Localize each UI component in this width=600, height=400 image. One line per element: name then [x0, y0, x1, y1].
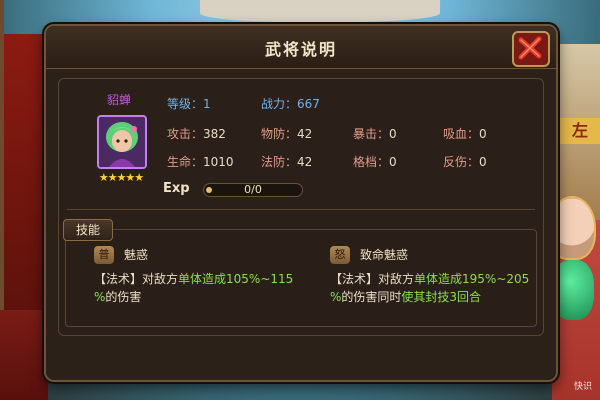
stat-label: 攻击：	[167, 127, 204, 141]
exp-label: Exp	[163, 181, 190, 196]
stat-label: 格档：	[353, 155, 390, 169]
background-roof	[200, 0, 440, 22]
stat-value: 1010	[203, 155, 234, 169]
hero-portrait-icon	[99, 117, 145, 167]
stat-value: 42	[297, 155, 313, 169]
exp-progress-bar: 0/0	[203, 183, 303, 197]
hero-info-dialog: 武将说明 貂蝉 ★★★★★ 等级：1 战力：667 攻击：382 物防：42 暴…	[44, 24, 558, 382]
stat-magic-defense: 法防：42	[261, 153, 312, 170]
skill-desc-prefix: 【法术】对敌方	[94, 272, 179, 286]
stat-hp: 生命：1010	[167, 153, 234, 170]
hero-portrait[interactable]	[97, 115, 147, 169]
stat-label: 物防：	[261, 127, 298, 141]
skills-panel: 普 魅惑 【法术】对敌方单体造成105%~115 %的伤害 怒 致命魅惑 【法术…	[65, 229, 537, 327]
stat-label: 法防：	[261, 155, 298, 169]
dialog-title: 武将说明	[264, 40, 337, 59]
background-green-pot	[552, 260, 594, 320]
stat-value: 0	[479, 127, 487, 141]
section-divider	[67, 209, 535, 210]
hero-name: 貂蝉	[106, 93, 131, 107]
background-sign: 左	[560, 118, 600, 144]
skill-desc-highlight: %	[94, 290, 106, 304]
skill-desc-highlight: 单体造成195%~205	[414, 272, 530, 286]
stat-physical-defense: 物防：42	[261, 125, 312, 142]
close-button[interactable]	[512, 31, 550, 67]
stat-value: 0	[479, 155, 487, 169]
stat-power-value: 667	[297, 97, 320, 111]
background-ground-left	[0, 310, 48, 400]
skill-desc-highlight: %	[330, 290, 342, 304]
skill-description: 【法术】对敌方单体造成195%~205 %的伤害同时使其封技3回合	[330, 270, 542, 306]
stat-power-label: 战力：	[261, 97, 298, 111]
stat-value: 382	[203, 127, 226, 141]
skill-name: 魅惑	[124, 248, 149, 262]
stat-level-label: 等级：	[167, 97, 204, 111]
stat-level-value: 1	[203, 97, 211, 111]
banner-pole	[0, 0, 4, 330]
stat-power: 战力：667	[261, 95, 320, 112]
dialog-titlebar: 武将说明	[46, 26, 556, 69]
stat-label: 反伤：	[443, 155, 480, 169]
hero-star-rating: ★★★★★	[98, 171, 144, 184]
stat-value: 0	[389, 155, 397, 169]
stat-level: 等级：1	[167, 95, 211, 112]
stat-value: 42	[297, 127, 313, 141]
skill-desc-rest: 的伤害	[105, 290, 142, 304]
close-icon	[518, 36, 542, 60]
stat-crit: 暴击：0	[353, 125, 397, 142]
skill-description: 【法术】对敌方单体造成105%~115 %的伤害	[94, 270, 306, 306]
exp-progress-text: 0/0	[244, 183, 262, 196]
skill-name: 致命魅惑	[360, 248, 409, 262]
watermark: 快识	[573, 382, 592, 392]
skill-type-badge: 怒	[330, 246, 350, 264]
skill-desc-rest: 的伤害同时	[341, 290, 402, 304]
stat-reflect: 反伤：0	[443, 153, 487, 170]
stat-block: 格档：0	[353, 153, 397, 170]
stat-label: 吸血：	[443, 127, 480, 141]
tab-skills[interactable]: 技能	[63, 219, 113, 241]
stat-attack: 攻击：382	[167, 125, 226, 142]
stat-value: 0	[389, 127, 397, 141]
stat-label: 暴击：	[353, 127, 390, 141]
stat-label: 生命：	[167, 155, 204, 169]
stat-lifesteal: 吸血：0	[443, 125, 487, 142]
skill-desc-prefix: 【法术】对敌方	[330, 272, 415, 286]
skill-desc-highlight: 使其封技3回合	[401, 290, 482, 304]
skill-type-badge: 普	[94, 246, 114, 264]
dialog-content: 貂蝉 ★★★★★ 等级：1 战力：667 攻击：382 物防：42 暴击：0 吸…	[58, 78, 544, 336]
skill-desc-highlight: 单体造成105%~115	[178, 272, 294, 286]
